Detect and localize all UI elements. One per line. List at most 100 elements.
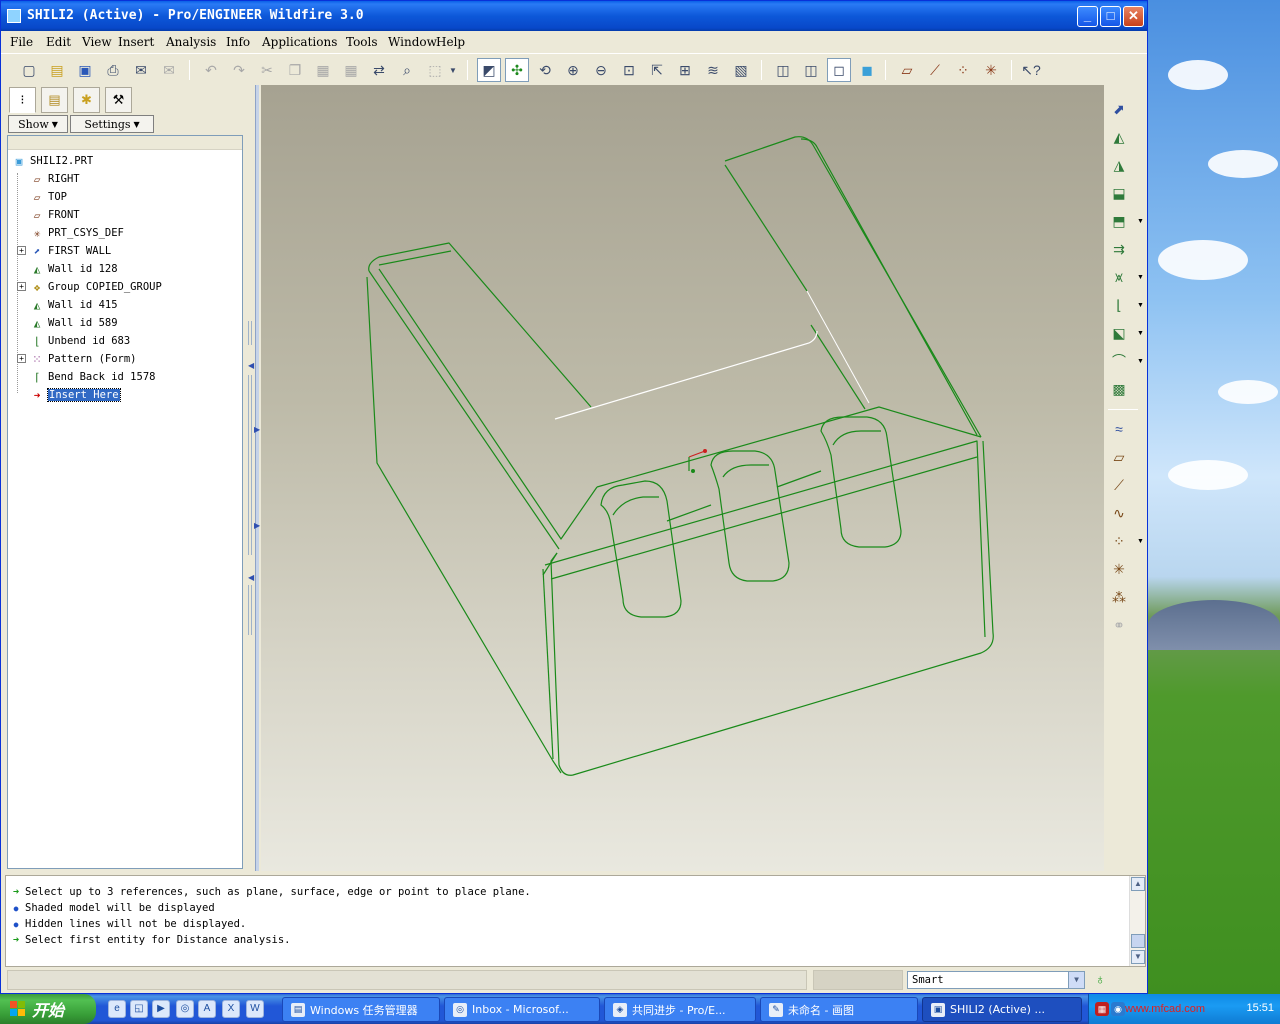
graphics-area[interactable] (261, 85, 1104, 871)
menu-window[interactable]: Window (388, 35, 437, 49)
splitter-grip[interactable] (248, 321, 252, 345)
scroll-down-icon[interactable]: ▼ (1131, 950, 1145, 964)
menu-info[interactable]: Info (226, 35, 250, 49)
minimize-button[interactable]: _ (1077, 6, 1098, 27)
paste-icon[interactable]: ▦ (311, 58, 335, 82)
splitter-bar[interactable] (255, 85, 259, 871)
zoom-in-icon[interactable]: ⊕ (561, 58, 585, 82)
refit-icon[interactable]: ⊡ (617, 58, 641, 82)
hidden-line-icon[interactable]: ◫ (799, 58, 823, 82)
menu-help[interactable]: Help (436, 35, 465, 49)
menu-analysis[interactable]: Analysis (166, 35, 216, 49)
zoom-out-icon[interactable]: ⊖ (589, 58, 613, 82)
selection-box-icon[interactable]: ⬚ (423, 58, 447, 82)
no-hidden-icon[interactable]: ◻ (827, 58, 851, 82)
csys-display-icon[interactable]: ✳ (979, 58, 1003, 82)
word-icon[interactable]: W (246, 1000, 264, 1018)
regenerate-icon[interactable]: ⇄ (367, 58, 391, 82)
tree-node-unbend[interactable]: ⌊ Unbend id 683 (29, 333, 131, 349)
shading-icon[interactable]: ◼ (855, 58, 879, 82)
saved-views-icon[interactable]: ⊞ (673, 58, 697, 82)
sketch-tool-icon[interactable]: ≈ (1107, 417, 1131, 441)
excel-icon[interactable]: X (222, 1000, 240, 1018)
tree-node-csys[interactable]: ✳ PRT_CSYS_DEF (29, 225, 124, 241)
undo-icon[interactable]: ↶ (199, 58, 223, 82)
message-scrollbar[interactable]: ▲ ▼ (1129, 876, 1145, 966)
planar-wall-icon[interactable]: ◭ (1107, 125, 1131, 149)
tree-node-right[interactable]: ▱ RIGHT (29, 171, 80, 187)
selection-filter-select[interactable]: Smart ▼ (907, 971, 1085, 989)
first-wall-tool-icon[interactable]: ⬈ (1107, 97, 1131, 121)
expand-icon[interactable]: + (17, 246, 26, 255)
layers-icon[interactable]: ≋ (701, 58, 725, 82)
collapse-left-icon[interactable]: ◀ (248, 573, 254, 582)
ie-icon[interactable]: e (108, 1000, 126, 1018)
extend-icon[interactable]: ⬒ ▼ (1107, 209, 1144, 233)
datum-plane-tool-icon[interactable]: ▱ (1107, 445, 1131, 469)
task-outlook[interactable]: ◎ Inbox - Microsof... (444, 997, 600, 1022)
app-quicklaunch-icon[interactable]: A (198, 1000, 216, 1018)
cut-icon[interactable]: ✂ (255, 58, 279, 82)
orient-mode-icon[interactable]: ⟲ (533, 58, 557, 82)
maximize-button[interactable]: □ (1100, 6, 1121, 27)
chevron-down-icon[interactable]: ▼ (447, 58, 459, 82)
start-button[interactable]: 开始 (0, 994, 96, 1024)
ref-link-icon[interactable]: ⚭ (1107, 613, 1131, 637)
tree-node-wall-128[interactable]: ◭ Wall id 128 (29, 261, 118, 277)
app-icon[interactable] (7, 9, 21, 23)
context-help-icon[interactable]: ↖? (1019, 58, 1043, 82)
menu-applications[interactable]: Applications (262, 35, 337, 49)
task-paint[interactable]: ✎ 未命名 - 画图 (760, 997, 918, 1022)
datum-point-tool-icon[interactable]: ⁘ ▼ (1107, 529, 1144, 553)
repaint-icon[interactable]: ◩ (477, 58, 501, 82)
reorient-icon[interactable]: ⇱ (645, 58, 669, 82)
settings-dropdown-button[interactable]: Settings ▼ (70, 115, 154, 133)
save-icon[interactable]: ▣ (73, 58, 97, 82)
task-task-manager[interactable]: ▤ Windows 任务管理器 (282, 997, 440, 1022)
tree-node-first-wall[interactable]: + ⬈ FIRST WALL (17, 243, 111, 259)
status-light-icon[interactable]: ♁ (1095, 971, 1109, 989)
email-link-icon[interactable]: ✉ (157, 58, 181, 82)
folder-browser-tab-icon[interactable]: ▤ (41, 87, 68, 113)
unbend-tool-icon[interactable]: ⬕ ▼ (1107, 321, 1144, 345)
find-icon[interactable]: ⌕ (395, 58, 419, 82)
media-player-icon[interactable]: ▶ (152, 1000, 170, 1018)
title-bar[interactable]: SHILI2 (Active) - Pro/ENGINEER Wildfire … (1, 1, 1147, 31)
redo-icon[interactable]: ↷ (227, 58, 251, 82)
bend-back-tool-icon[interactable]: ⌒ ▼ (1107, 349, 1144, 373)
tree-node-top[interactable]: ▱ TOP (29, 189, 67, 205)
flat-pattern-icon[interactable]: ▩ (1107, 377, 1131, 401)
tree-node-front[interactable]: ▱ FRONT (29, 207, 80, 223)
tree-node-root[interactable]: ▣ SHILI2.PRT (11, 153, 94, 169)
show-desktop-icon[interactable]: ◱ (130, 1000, 148, 1018)
datum-point-display-icon[interactable]: ⁘ (951, 58, 975, 82)
outlook-quicklaunch-icon[interactable]: ◎ (176, 1000, 194, 1018)
flange-wall-icon[interactable]: ◮ (1107, 153, 1131, 177)
connections-tab-icon[interactable]: ⚒ (105, 87, 132, 113)
datum-axis-tool-icon[interactable]: ⟋ (1107, 473, 1131, 497)
email-icon[interactable]: ✉ (129, 58, 153, 82)
tree-node-group[interactable]: + ❖ Group COPIED_GROUP (17, 279, 162, 295)
show-dropdown-button[interactable]: Show ▼ (8, 115, 68, 133)
menu-tools[interactable]: Tools (346, 35, 378, 49)
chevron-down-icon[interactable]: ▼ (1137, 302, 1144, 309)
menu-view[interactable]: View (82, 35, 112, 49)
tree-node-pattern[interactable]: + ⁙ Pattern (Form) (17, 351, 137, 367)
spin-center-icon[interactable]: ✣ (505, 58, 529, 82)
tray-app-icon[interactable]: ▦ (1095, 1002, 1109, 1016)
menu-insert[interactable]: Insert (118, 35, 154, 49)
splitter-grip[interactable] (248, 375, 252, 555)
print-icon[interactable]: ⎙ (101, 58, 125, 82)
navigator-splitter[interactable]: ◀ ◀ ▶ ▶ (245, 85, 261, 871)
view-manager-icon[interactable]: ▧ (729, 58, 753, 82)
flat-wall-icon[interactable]: ⬓ (1107, 181, 1131, 205)
tree-node-wall-415[interactable]: ◭ Wall id 415 (29, 297, 118, 313)
new-file-icon[interactable]: ▢ (17, 58, 41, 82)
merge-icon[interactable]: ⇉ (1107, 237, 1131, 261)
expand-icon[interactable]: + (17, 354, 26, 363)
bend-icon[interactable]: ⌊ ▼ (1107, 293, 1144, 317)
chevron-down-icon[interactable]: ▼ (1137, 330, 1144, 337)
splitter-grip[interactable] (248, 585, 252, 635)
paste-special-icon[interactable]: ▦ (339, 58, 363, 82)
wireframe-icon[interactable]: ◫ (771, 58, 795, 82)
